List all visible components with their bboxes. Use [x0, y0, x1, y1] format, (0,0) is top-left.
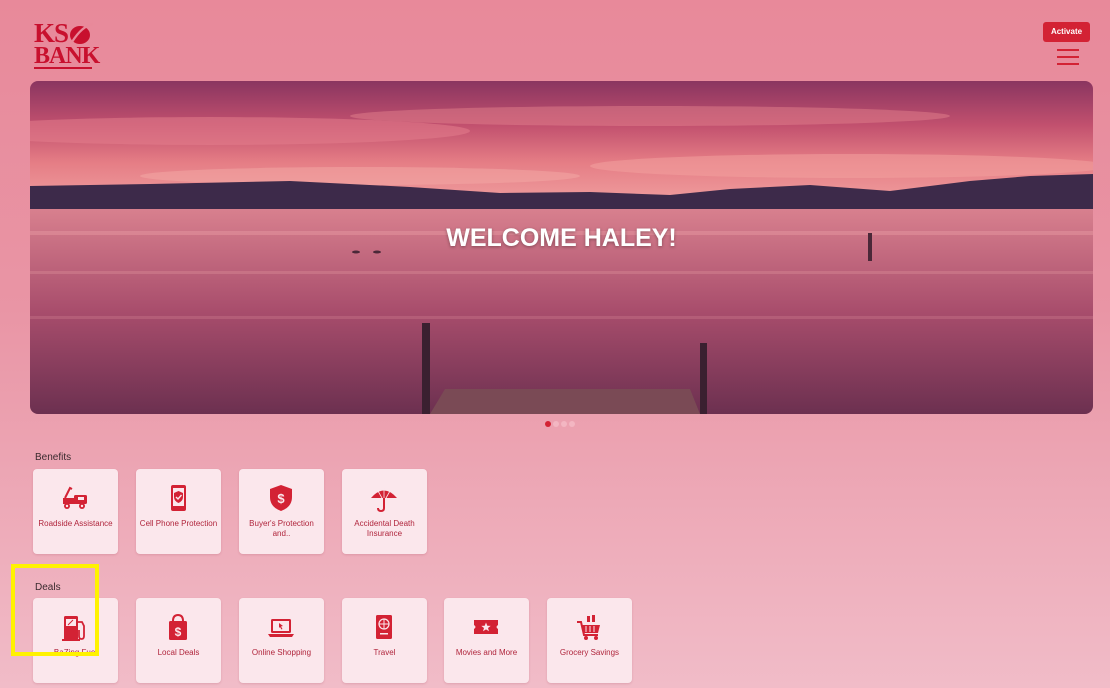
benefit-card-cell-phone[interactable]: Cell Phone Protection — [136, 469, 221, 554]
card-label: Buyer's Protection and.. — [249, 519, 314, 538]
benefits-heading: Benefits — [35, 452, 72, 463]
ticket-icon — [474, 620, 498, 634]
svg-text:$: $ — [175, 625, 182, 639]
ks-bank-logo[interactable]: KS BANK — [34, 20, 100, 70]
carousel-dot-1[interactable] — [545, 421, 551, 427]
benefit-card-accidental-death[interactable]: Accidental Death Insurance — [342, 469, 427, 554]
focus-highlight-box — [11, 564, 99, 656]
card-label: Cell Phone Protection — [139, 519, 218, 528]
dollar-shield-icon: $ — [270, 485, 292, 511]
deal-card-online-shopping[interactable]: Online Shopping — [239, 598, 324, 683]
card-label: Online Shopping — [251, 648, 312, 657]
activate-button[interactable]: Activate — [1043, 22, 1090, 42]
deal-card-movies[interactable]: Movies and More — [444, 598, 529, 683]
svg-text:$: $ — [277, 491, 285, 506]
tow-truck-icon — [63, 486, 87, 509]
umbrella-icon — [371, 488, 397, 513]
card-label: Grocery Savings — [559, 648, 620, 657]
benefit-card-roadside[interactable]: Roadside Assistance — [33, 469, 118, 554]
grocery-cart-icon — [577, 615, 600, 640]
carousel-dot-4[interactable] — [569, 421, 575, 427]
deal-card-local-deals[interactable]: $ Local Deals — [136, 598, 221, 683]
shopping-bag-icon: $ — [169, 613, 187, 640]
passport-icon — [376, 615, 392, 639]
card-label: Roadside Assistance — [38, 519, 113, 528]
deal-card-grocery[interactable]: Grocery Savings — [547, 598, 632, 683]
logo-text-bank: BANK — [34, 43, 100, 69]
phone-shield-icon — [171, 485, 186, 511]
logo-underline — [34, 67, 92, 69]
hamburger-menu-icon[interactable] — [1057, 49, 1079, 67]
card-label: Accidental Death Insurance — [354, 519, 415, 538]
card-label: Travel — [373, 648, 396, 657]
card-label: Local Deals — [157, 648, 200, 657]
hero-banner[interactable]: WELCOME HALEY! — [30, 81, 1093, 414]
deal-card-travel[interactable]: Travel — [342, 598, 427, 683]
carousel-indicators — [545, 421, 575, 427]
laptop-icon — [268, 619, 294, 637]
card-label: Movies and More — [455, 648, 518, 657]
carousel-dot-2[interactable] — [553, 421, 559, 427]
hero-welcome-title: WELCOME HALEY! — [446, 224, 677, 252]
carousel-dot-3[interactable] — [561, 421, 567, 427]
benefit-card-buyers-protection[interactable]: $ Buyer's Protection and.. — [239, 469, 324, 554]
